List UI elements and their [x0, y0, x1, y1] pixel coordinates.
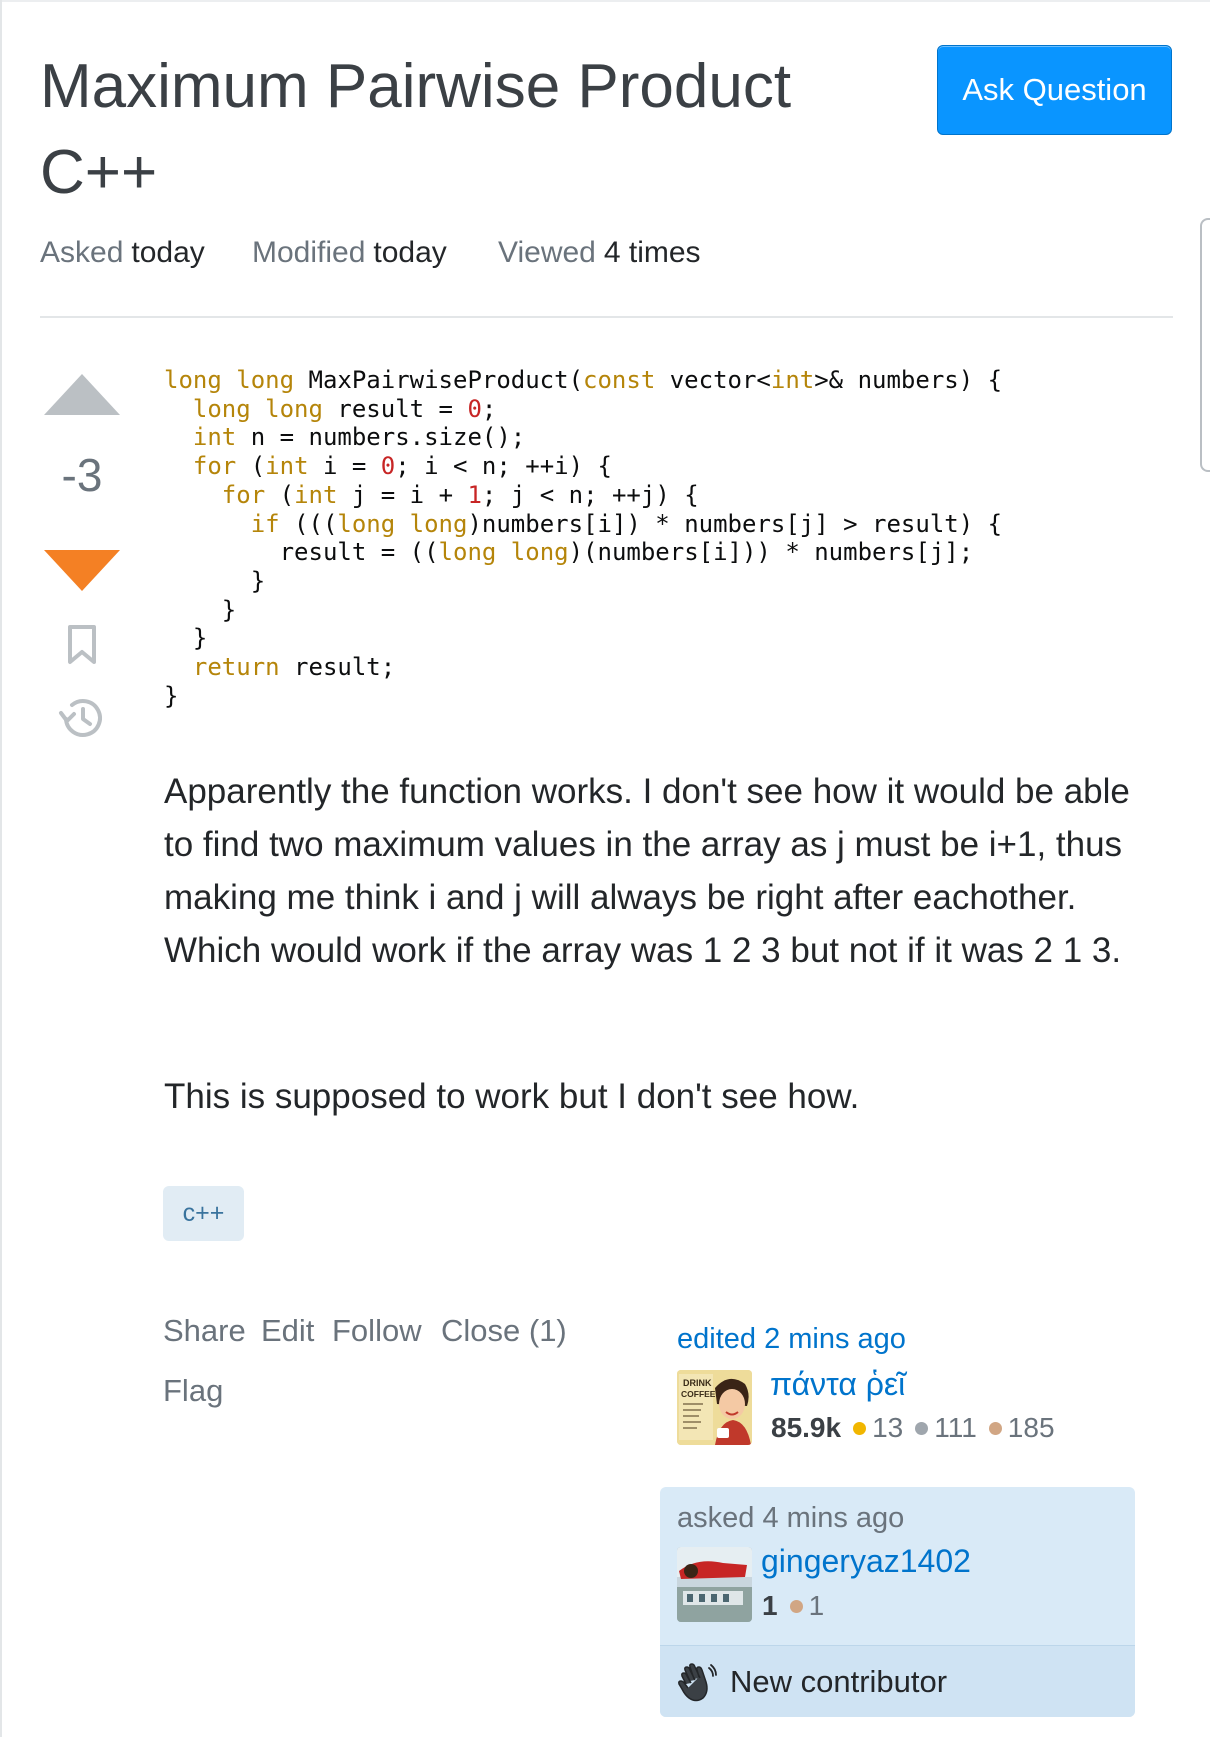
meta-viewed-key: Viewed — [498, 236, 596, 269]
tag-cpp[interactable]: c++ — [163, 1186, 244, 1241]
vote-count: -3 — [61, 449, 103, 501]
asked-time[interactable]: asked 4 mins ago — [677, 1502, 904, 1535]
new-contributor-label: New contributor — [730, 1664, 948, 1699]
meta-viewed: Viewed 4 times — [498, 236, 701, 270]
code-block: long long MaxPairwiseProduct(const vecto… — [164, 366, 1003, 711]
author-card: asked 4 mins ago gingeryaz1402 11 New co… — [660, 1487, 1135, 1717]
editor-name-link[interactable]: πάντα ῥεῖ — [770, 1366, 905, 1403]
title-line-2[interactable]: C++ — [40, 138, 157, 207]
downvote-arrow-icon[interactable] — [44, 550, 120, 591]
svg-text:COFFEE: COFFEE — [681, 1389, 716, 1399]
question-body-paragraph-1: Apparently the function works. I don't s… — [164, 772, 1130, 970]
silver-badge-icon — [915, 1422, 929, 1436]
top-edge — [0, 0, 1210, 2]
history-icon[interactable] — [56, 692, 108, 744]
author-reputation: 11 — [762, 1590, 824, 1622]
close-link[interactable]: Close (1) — [441, 1313, 567, 1349]
follow-link[interactable]: Follow — [332, 1313, 422, 1349]
meta-modified-value: today — [373, 236, 447, 269]
editor-rep-score: 85.9k — [771, 1412, 842, 1443]
editor-reputation: 85.9k 13 111 185 — [771, 1412, 1055, 1444]
left-edge — [0, 0, 2, 1737]
header-divider — [40, 316, 1173, 318]
editor-silver-count: 111 — [934, 1412, 977, 1443]
meta-asked-key: Asked — [40, 236, 124, 269]
edit-link[interactable]: Edit — [261, 1313, 314, 1349]
author-rep-score: 1 — [762, 1590, 778, 1621]
edited-time-link[interactable]: edited 2 mins ago — [677, 1323, 906, 1356]
gold-badge-icon — [853, 1422, 867, 1436]
question-body-paragraph-2: This is supposed to work but I don't see… — [164, 1077, 860, 1116]
svg-text:DRINK: DRINK — [683, 1378, 712, 1388]
author-avatar-image — [677, 1547, 752, 1622]
author-avatar[interactable] — [677, 1547, 752, 1622]
author-bronze-count: 1 — [808, 1590, 825, 1621]
meta-asked: Asked today — [40, 236, 205, 270]
meta-modified-key: Modified — [252, 236, 366, 269]
bronze-badge-icon — [988, 1422, 1002, 1436]
title-line-1[interactable]: Maximum Pairwise Product — [40, 52, 791, 121]
editor-avatar-image: DRINK COFFEE — [677, 1370, 752, 1445]
flag-link[interactable]: Flag — [163, 1373, 223, 1409]
upvote-arrow-icon[interactable] — [44, 374, 120, 415]
waving-hand-icon — [678, 1663, 717, 1702]
new-contributor-banner[interactable]: New contributor — [660, 1645, 1135, 1717]
bronze-badge-icon — [789, 1600, 803, 1614]
author-name-link[interactable]: gingeryaz1402 — [761, 1543, 971, 1580]
bookmark-icon[interactable] — [62, 624, 102, 666]
editor-bronze-count: 185 — [1007, 1412, 1055, 1443]
share-link[interactable]: Share — [163, 1313, 246, 1349]
ask-question-button[interactable]: Ask Question — [937, 45, 1172, 135]
question-title[interactable]: Maximum Pairwise Product C++ — [40, 44, 880, 216]
editor-avatar[interactable]: DRINK COFFEE — [677, 1370, 752, 1445]
editor-gold-count: 13 — [872, 1412, 904, 1443]
meta-modified: Modified today — [252, 236, 447, 270]
meta-asked-value: today — [131, 236, 205, 269]
sidebar-handle[interactable] — [1200, 218, 1210, 472]
meta-viewed-value: 4 times — [603, 236, 701, 269]
